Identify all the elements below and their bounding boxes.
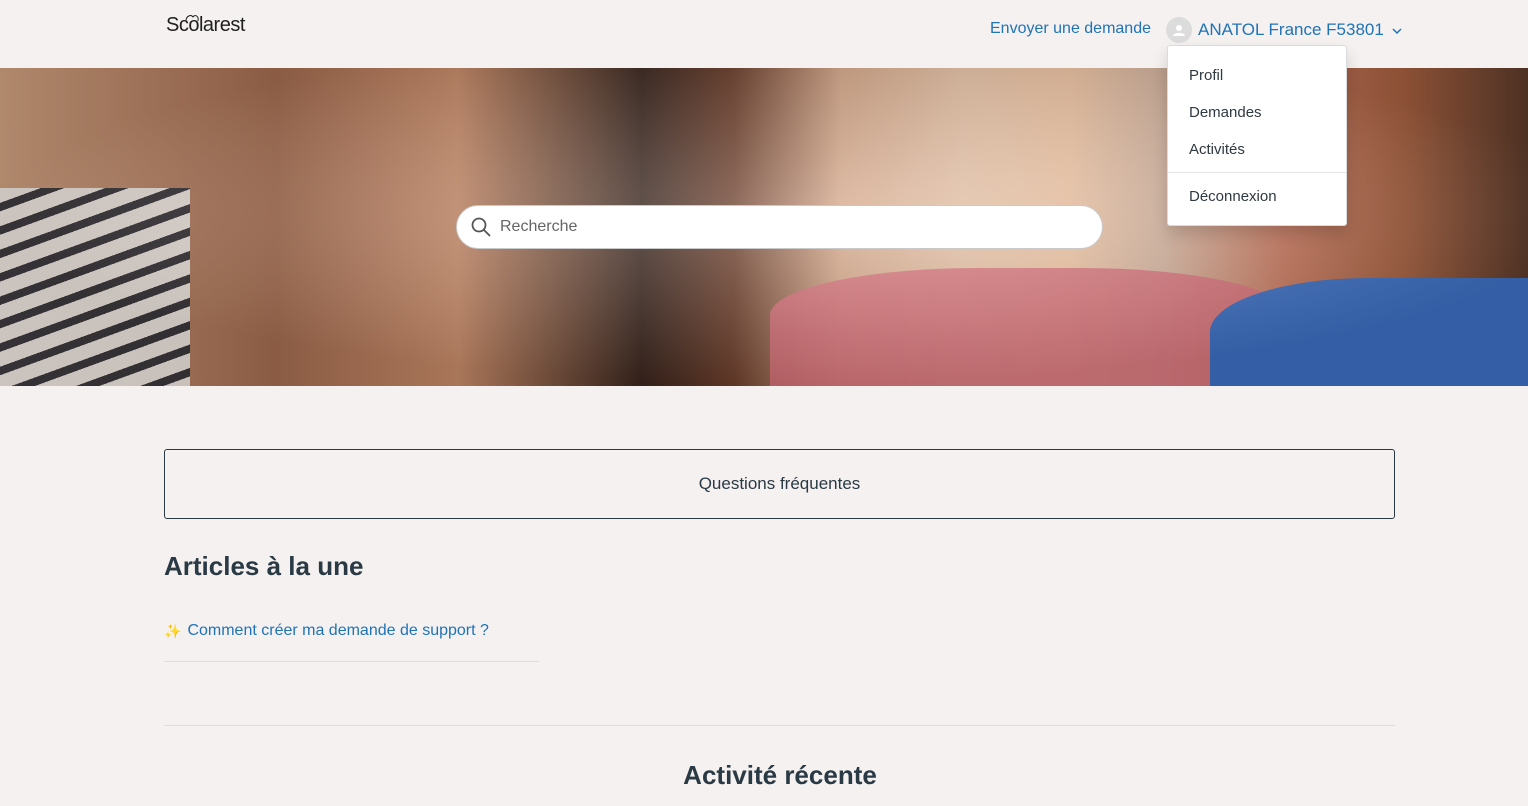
search-icon [471,217,491,237]
menu-item-signout[interactable]: Déconnexion [1189,188,1277,205]
article-label: Comment créer ma demande de support ? [187,622,489,639]
menu-divider [1168,172,1346,173]
logo[interactable]: Scolarest [166,14,245,37]
article-divider [164,661,539,662]
section-divider [164,725,1395,726]
user-dropdown-menu: Profil Demandes Activités Déconnexion [1167,45,1347,226]
avatar [1166,17,1192,43]
menu-item-requests[interactable]: Demandes [1189,104,1262,121]
user-icon [1173,25,1185,36]
submit-request-link[interactable]: Envoyer une demande [990,20,1151,38]
user-name: ANATOL France F53801 [1198,20,1384,39]
featured-articles-title: Articles à la une [164,551,364,581]
search-placeholder: Recherche [500,218,578,235]
chevron-down-icon [1392,27,1402,34]
user-menu-button[interactable]: ANATOL France F53801 [1166,16,1402,44]
sparkle-icon: ✨ [164,622,182,639]
recent-activity-title: Activité récente [683,760,877,790]
faq-button[interactable]: Questions fréquentes [164,449,1395,519]
featured-article-link[interactable]: ✨ Comment créer ma demande de support ? [164,622,489,640]
menu-item-profile[interactable]: Profil [1189,67,1223,84]
search-input[interactable]: Recherche [456,205,1103,249]
menu-item-activities[interactable]: Activités [1189,141,1245,158]
